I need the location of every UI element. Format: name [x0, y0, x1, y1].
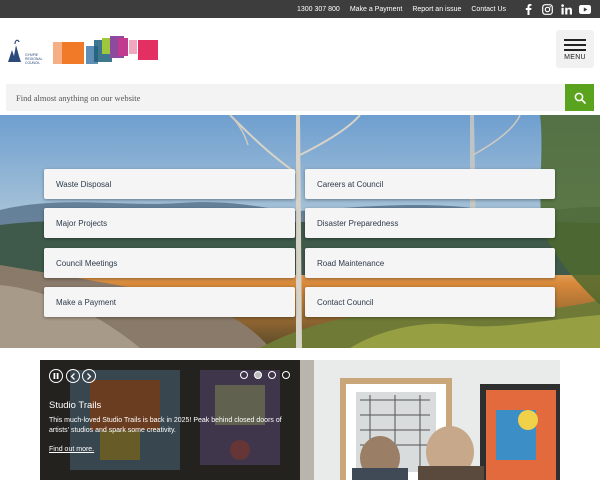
pause-icon	[53, 373, 59, 379]
slide-photo	[300, 360, 560, 480]
menu-label: MENU	[564, 54, 586, 61]
report-issue-link[interactable]: Report an issue	[412, 6, 461, 13]
search-input[interactable]	[6, 84, 565, 111]
search-icon	[574, 92, 586, 104]
pause-button[interactable]	[49, 369, 63, 383]
youtube-icon[interactable]	[578, 2, 592, 16]
utility-bar: 1300 307 800 Make a Payment Report an is…	[0, 0, 600, 18]
hamburger-icon-bar	[564, 43, 586, 46]
site-search	[6, 84, 594, 111]
featured-slideshow: Studio Trails This much-loved Studio Tra…	[40, 360, 560, 480]
hamburger-icon-bar	[564, 48, 586, 51]
previous-slide-button[interactable]	[66, 369, 80, 383]
social-links	[516, 2, 592, 16]
find-out-more-link[interactable]: Find out more.	[49, 446, 94, 453]
slide-dot-1[interactable]	[240, 371, 248, 379]
quick-link-road-maintenance[interactable]: Road Maintenance	[305, 248, 555, 278]
quick-link-careers[interactable]: Careers at Council	[305, 169, 555, 199]
quick-link-waste-disposal[interactable]: Waste Disposal	[44, 169, 295, 199]
search-button[interactable]	[565, 84, 594, 111]
quick-link-contact-council[interactable]: Contact Council	[305, 287, 555, 317]
svg-text:COUNCIL: COUNCIL	[25, 61, 40, 65]
make-payment-link[interactable]: Make a Payment	[350, 6, 403, 13]
slide-title: Studio Trails	[49, 400, 102, 411]
hamburger-icon	[564, 38, 586, 41]
previous-icon	[70, 372, 75, 380]
phone-link[interactable]: 1300 307 800	[297, 6, 340, 13]
instagram-icon[interactable]	[540, 2, 554, 16]
slide-dot-4[interactable]	[282, 371, 290, 379]
contact-us-link[interactable]: Contact Us	[471, 6, 506, 13]
linkedin-icon[interactable]	[559, 2, 573, 16]
next-slide-button[interactable]	[82, 369, 96, 383]
quick-link-disaster-preparedness[interactable]: Disaster Preparedness	[305, 208, 555, 238]
hero-banner: Waste Disposal Careers at Council Major …	[0, 115, 600, 348]
slide-caption-panel: Studio Trails This much-loved Studio Tra…	[40, 360, 300, 480]
quick-link-major-projects[interactable]: Major Projects	[44, 208, 295, 238]
site-header: GYMPIE REGIONAL COUNCIL MENU	[0, 18, 600, 84]
quick-link-council-meetings[interactable]: Council Meetings	[44, 248, 295, 278]
facebook-icon[interactable]	[521, 2, 535, 16]
quick-link-make-payment[interactable]: Make a Payment	[44, 287, 295, 317]
menu-button[interactable]: MENU	[556, 30, 594, 68]
next-icon	[87, 372, 92, 380]
slide-description: This much-loved Studio Trails is back in…	[49, 417, 282, 434]
gallery-visitors-image	[300, 360, 560, 480]
slide-dot-3[interactable]	[268, 371, 276, 379]
slide-dot-2[interactable]	[254, 371, 262, 379]
council-logo[interactable]: GYMPIE REGIONAL COUNCIL	[6, 36, 166, 70]
